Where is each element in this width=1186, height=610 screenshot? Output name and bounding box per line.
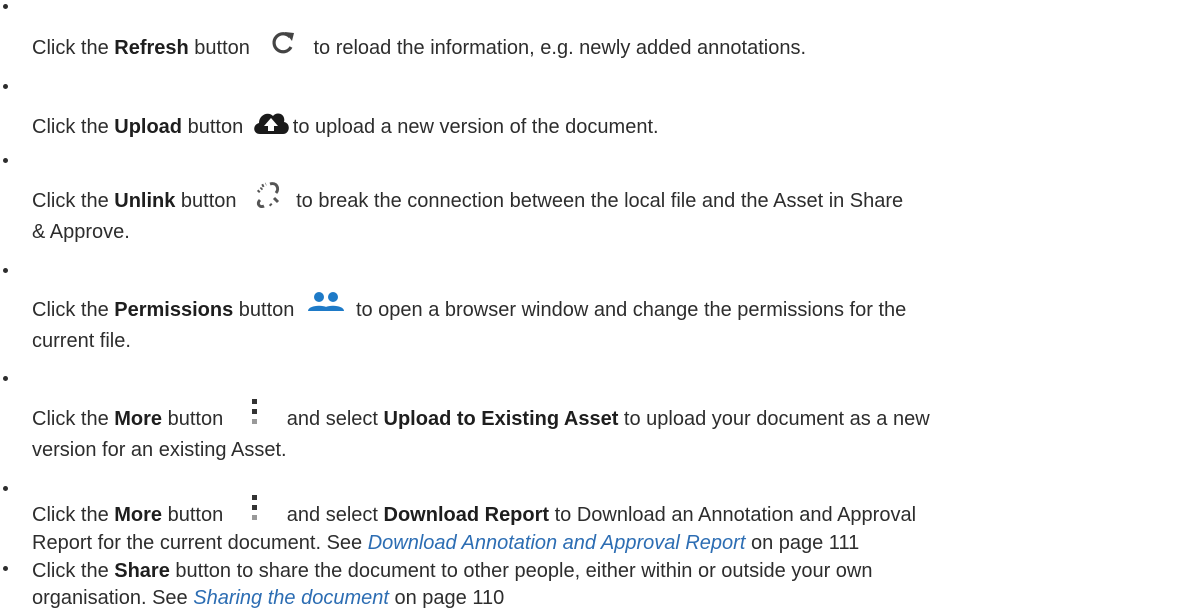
list-item-unlink-continuation: & Approve. (32, 220, 130, 244)
item-text: to Download an Annotation and Approval (549, 504, 917, 526)
link-download-report[interactable]: Download Annotation and Approval Report (368, 532, 746, 554)
item-text: Click the (32, 37, 115, 59)
list-item-upload: Click the Upload button to upload a new … (32, 113, 659, 139)
button-name-upload: Upload (114, 116, 183, 138)
bullet (1, 374, 11, 384)
item-text: button (162, 504, 224, 526)
item-text: organisation. See (32, 587, 194, 609)
item-text: version for an existing Asset. (32, 439, 287, 461)
more-vertical-icon (235, 493, 273, 525)
list-item-more-download-report: Click the More button and select Downloa… (32, 494, 917, 527)
button-name-share: Share (114, 560, 170, 582)
item-text: button (162, 408, 224, 430)
link-sharing-document[interactable]: Sharing the document (193, 587, 389, 609)
item-text: Click the (32, 190, 115, 212)
item-text: to upload a new version of the document. (292, 116, 659, 138)
item-text: on page 111 (745, 532, 860, 554)
item-text: Click the (32, 504, 115, 526)
button-name-unlink: Unlink (114, 190, 176, 212)
item-text: Click the (32, 116, 115, 138)
button-name-permissions: Permissions (114, 299, 234, 321)
item-text: Click the (32, 560, 115, 582)
refresh-icon (261, 26, 305, 60)
more-vertical-icon (235, 397, 273, 429)
button-name-more: More (114, 408, 163, 430)
button-name-refresh: Refresh (114, 37, 189, 59)
list-item-more-upload-existing: Click the More button and select Upload … (32, 398, 930, 431)
list-item-share: Click the Share button to share the docu… (32, 559, 873, 583)
option-name-download-report: Download Report (383, 504, 550, 526)
item-text: to open a browser window and change the … (355, 299, 907, 321)
item-text: & Approve. (32, 221, 130, 243)
people-icon (306, 289, 346, 319)
item-text: and select (286, 408, 384, 430)
list-item-permissions: Click the Permissions button to open a b… (32, 291, 907, 322)
list-item-share-continuation: organisation. See Sharing the document o… (32, 586, 504, 610)
bullet (1, 564, 11, 574)
item-text: on page 110 (388, 587, 505, 609)
item-text: button (188, 37, 250, 59)
list-item-unlink: Click the Unlink button to break the con… (32, 181, 904, 213)
item-text: button (175, 190, 237, 212)
item-text: to upload your document as a new (618, 408, 930, 430)
item-text: and select (286, 504, 384, 526)
list-item-permissions-continuation: current file. (32, 329, 131, 353)
item-text: Report for the current document. See (32, 532, 368, 554)
option-name-upload-existing: Upload to Existing Asset (383, 408, 619, 430)
item-text: Click the (32, 408, 115, 430)
bullet (1, 266, 11, 276)
bullet (1, 156, 11, 166)
unlink-icon (248, 178, 288, 212)
bullet (1, 484, 11, 494)
list-item-more-upload-existing-continuation: version for an existing Asset. (32, 438, 287, 462)
item-text: to reload the information, e.g. newly ad… (313, 37, 807, 59)
list-item-refresh: Click the Refresh button to reload the i… (32, 31, 807, 60)
bullet (1, 82, 11, 92)
item-text: Click the (32, 299, 115, 321)
item-text: button to share the document to other pe… (169, 560, 873, 582)
item-text: current file. (32, 330, 131, 352)
list-item-more-download-report-continuation: Report for the current document. See Dow… (32, 531, 859, 555)
item-text: button (182, 116, 244, 138)
bullet (1, 2, 11, 12)
item-text: to break the connection between the loca… (296, 190, 904, 212)
cloud-upload-icon (251, 108, 291, 138)
button-name-more: More (114, 504, 163, 526)
item-text: button (233, 299, 295, 321)
